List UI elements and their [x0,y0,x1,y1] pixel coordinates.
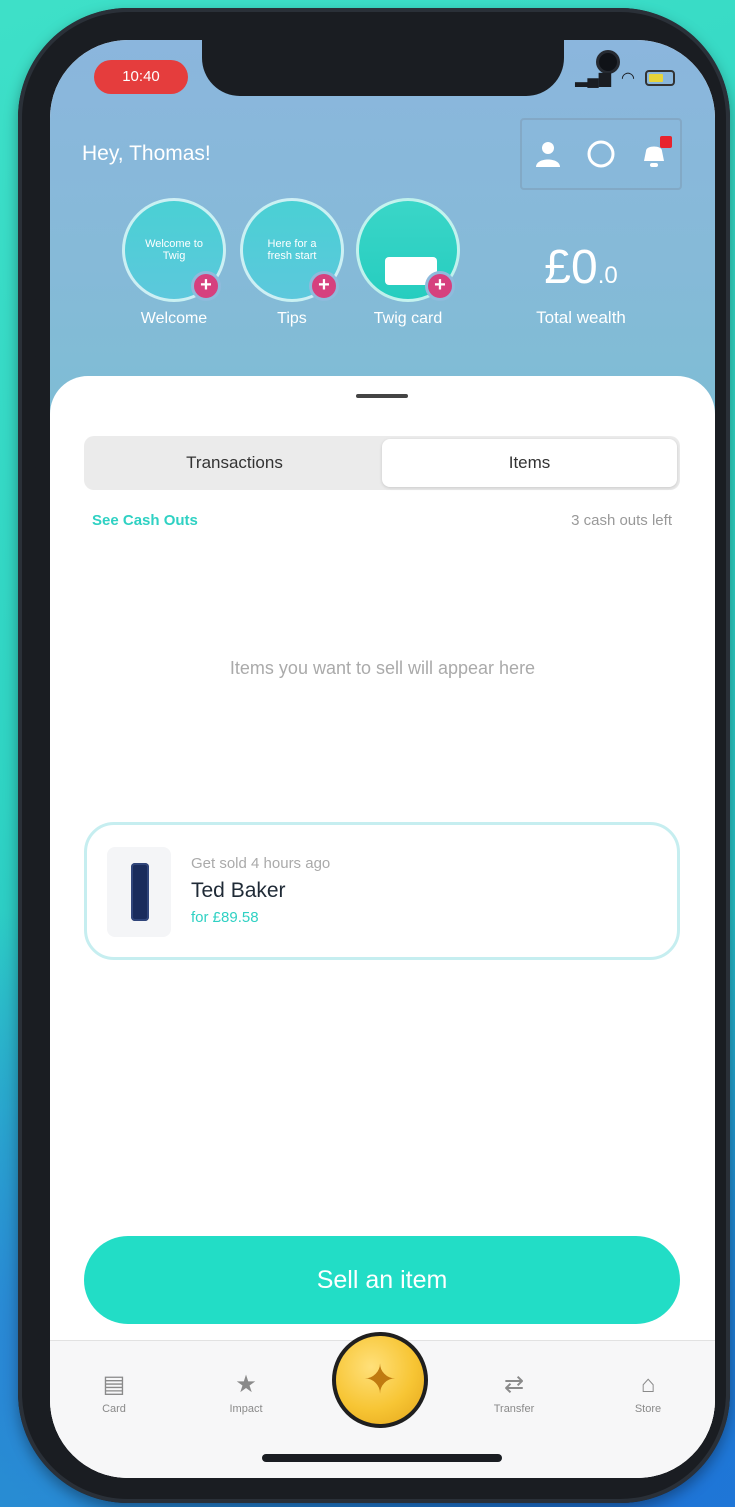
card-icon: ▤ [102,1371,126,1398]
plus-icon: + [425,271,455,301]
see-cash-outs-link[interactable]: See Cash Outs [92,512,198,529]
item-card[interactable]: Get sold 4 hours ago Ted Baker for £89.5… [84,822,680,960]
mute-switch [28,240,36,302]
volume-down-button [28,500,36,616]
story-label: Welcome [140,310,208,327]
story-label: Tips [277,310,307,327]
tab-label: Transfer [493,1403,535,1415]
app-screen: 10:40 ▂▄▆ ◠ Hey, Thomas! Welcome to Twig… [50,40,715,1478]
story-welcome[interactable]: Welcome to Twig + Welcome [122,198,226,328]
wifi-icon: ◠ [621,70,635,87]
story-label: Twig card [373,310,443,327]
total-wealth[interactable]: £0.0 Total wealth [516,240,646,328]
tab-label: Card [102,1403,126,1415]
tab-transfer[interactable]: ⇄ Transfer [474,1371,554,1415]
home-indicator[interactable] [262,1454,502,1462]
tab-card[interactable]: ▤ Card [74,1371,154,1415]
notification-dot [659,136,672,148]
item-price: for £89.58 [191,909,259,926]
plus-icon: + [191,271,221,301]
tab-store[interactable]: ⌂ Store [608,1371,688,1415]
wealth-value: £0 [544,241,598,294]
plus-icon: + [309,271,339,301]
story-twig-card[interactable]: + Twig card [356,198,460,328]
tab-transactions[interactable]: Transactions [87,439,382,487]
bell-icon[interactable] [634,134,674,174]
status-icons: ▂▄▆ ◠ [575,68,675,88]
tab-label: Impact [229,1403,263,1415]
sheet-handle[interactable] [356,394,408,398]
segmented-control: Transactions Items [84,436,680,490]
greeting: Hey, Thomas! [82,142,211,165]
tab-label: Store [634,1403,662,1415]
transfer-icon: ⇄ [503,1371,525,1398]
status-time: 10:40 [94,60,188,94]
cash-outs-left: 3 cash outs left [571,512,672,529]
wealth-decimal: .0 [597,262,618,289]
wealth-label: Total wealth [536,308,626,327]
story-circle: Welcome to Twig + [122,198,226,302]
cash-out-row: See Cash Outs 3 cash outs left [92,512,672,529]
bottom-sheet: Transactions Items See Cash Outs 3 cash … [50,376,715,1478]
tab-impact[interactable]: ★ Impact [206,1371,286,1415]
tab-items[interactable]: Items [382,439,677,487]
item-status: Get sold 4 hours ago [191,855,331,872]
item-thumbnail [107,847,171,937]
item-brand: Ted Baker [191,879,286,902]
bottle-image [131,863,149,921]
top-actions [520,118,682,190]
empty-state-message: Items you want to sell will appear here [229,658,536,678]
twig-coin-icon[interactable]: ✦ [332,1332,428,1428]
volume-up-button [28,354,36,470]
story-circle: Here for a fresh start + [240,198,344,302]
chat-icon[interactable] [581,134,621,174]
profile-icon[interactable] [528,134,568,174]
sell-item-button[interactable]: Sell an item [84,1236,680,1324]
store-icon: ⌂ [640,1371,656,1398]
signal-icon: ▂▄▆ [575,70,612,87]
wealth-amount: £0.0 [516,240,646,304]
story-circle: + [356,198,460,302]
story-tips[interactable]: Here for a fresh start + Tips [240,198,344,328]
star-icon: ★ [235,1371,257,1398]
battery-icon [645,70,675,86]
story-text: Here for a fresh start [267,238,317,262]
notch [202,40,620,96]
story-text: Welcome to Twig [145,238,203,262]
